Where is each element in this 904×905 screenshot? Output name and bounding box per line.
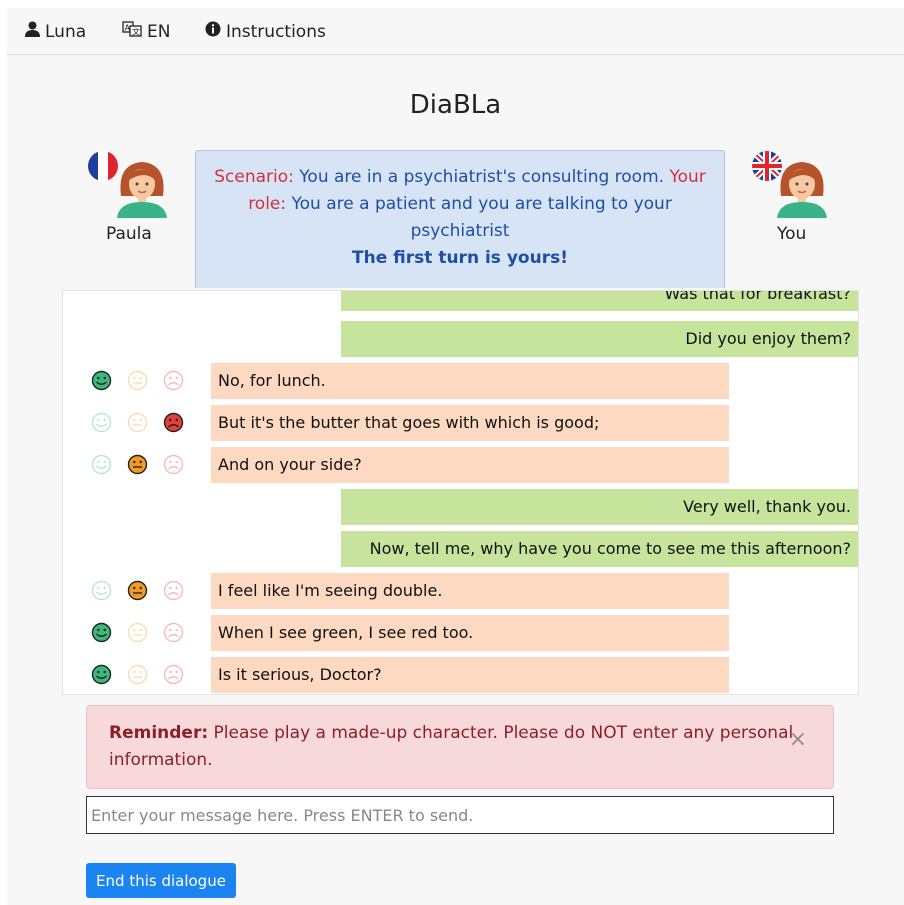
neutral-face-icon[interactable] xyxy=(125,410,150,435)
user-name: Luna xyxy=(45,21,87,42)
svg-text:文: 文 xyxy=(132,27,140,37)
scenario-label: Scenario: xyxy=(214,167,294,187)
end-dialogue-button[interactable]: End this dialogue xyxy=(86,863,236,898)
message-rating xyxy=(89,662,189,688)
first-turn-notice: The first turn is yours! xyxy=(352,248,568,268)
neutral-face-icon[interactable] xyxy=(125,620,150,645)
role-text: You are a patient and you are talking to… xyxy=(286,194,672,241)
happy-face-icon[interactable] xyxy=(89,410,114,435)
partner-message: No, for lunch. xyxy=(211,363,729,399)
sad-face-icon[interactable] xyxy=(161,662,186,687)
my-message: Very well, thank you. xyxy=(341,489,858,525)
reminder-text: Please play a made-up character. Please … xyxy=(109,723,794,770)
sad-face-icon[interactable] xyxy=(161,452,186,477)
partner-message: I feel like I'm seeing double. xyxy=(211,573,729,609)
my-message: Now, tell me, why have you come to see m… xyxy=(341,531,858,567)
partner-message: When I see green, I see red too. xyxy=(211,615,729,651)
person-avatar-icon xyxy=(117,162,167,218)
my-message: Was that for breakfast? xyxy=(341,291,858,311)
chat-history[interactable]: Was that for breakfast? Did you enjoy the… xyxy=(62,290,859,695)
navbar: Luna A文 EN Instructions xyxy=(7,8,904,55)
reminder-label: Reminder: xyxy=(109,723,209,743)
language-menu[interactable]: A文 EN xyxy=(122,21,170,42)
sad-face-icon[interactable] xyxy=(161,620,186,645)
self-avatar: You xyxy=(751,150,851,250)
neutral-face-icon[interactable] xyxy=(125,368,150,393)
neutral-face-icon[interactable] xyxy=(125,452,150,477)
partner-name: Paula xyxy=(106,224,152,244)
partner-avatar: Paula xyxy=(87,150,197,250)
happy-face-icon[interactable] xyxy=(89,578,114,603)
message-rating xyxy=(89,410,189,436)
close-icon[interactable]: × xyxy=(789,726,807,753)
language-icon: A文 xyxy=(122,21,142,42)
self-name: You xyxy=(777,224,807,244)
happy-face-icon[interactable] xyxy=(89,662,114,687)
sad-face-icon[interactable] xyxy=(161,410,186,435)
partner-message: Is it serious, Doctor? xyxy=(211,657,729,693)
my-message: Did you enjoy them? xyxy=(341,321,858,357)
sad-face-icon[interactable] xyxy=(161,578,186,603)
composer-area: Reminder: Please play a made-up characte… xyxy=(62,695,859,905)
neutral-face-icon[interactable] xyxy=(125,662,150,687)
happy-face-icon[interactable] xyxy=(89,620,114,645)
user-icon xyxy=(25,21,40,42)
person-avatar-icon xyxy=(777,162,827,218)
partner-message: But it's the butter that goes with which… xyxy=(211,405,729,441)
scenario-description: Scenario: You are in a psychiatrist's co… xyxy=(196,164,724,245)
language-code: EN xyxy=(147,21,171,42)
instructions-label: Instructions xyxy=(226,21,326,42)
message-rating xyxy=(89,368,189,394)
message-rating xyxy=(89,578,189,604)
happy-face-icon[interactable] xyxy=(89,368,114,393)
sad-face-icon[interactable] xyxy=(161,368,186,393)
info-icon xyxy=(205,21,221,42)
message-rating xyxy=(89,620,189,646)
instructions-link[interactable]: Instructions xyxy=(205,21,326,42)
message-rating xyxy=(89,452,189,478)
app-frame: Luna A文 EN Instructions DiaBLa Paula You… xyxy=(7,8,904,905)
page-title: DiaBLa xyxy=(409,90,502,120)
partner-message: And on your side? xyxy=(211,447,729,483)
reminder-alert: Reminder: Please play a made-up characte… xyxy=(86,705,834,789)
user-menu[interactable]: Luna xyxy=(25,21,86,42)
scenario-text: You are in a psychiatrist's consulting r… xyxy=(293,167,665,187)
happy-face-icon[interactable] xyxy=(89,452,114,477)
neutral-face-icon[interactable] xyxy=(125,578,150,603)
scenario-box: Scenario: You are in a psychiatrist's co… xyxy=(195,150,725,288)
message-input[interactable] xyxy=(86,796,834,834)
